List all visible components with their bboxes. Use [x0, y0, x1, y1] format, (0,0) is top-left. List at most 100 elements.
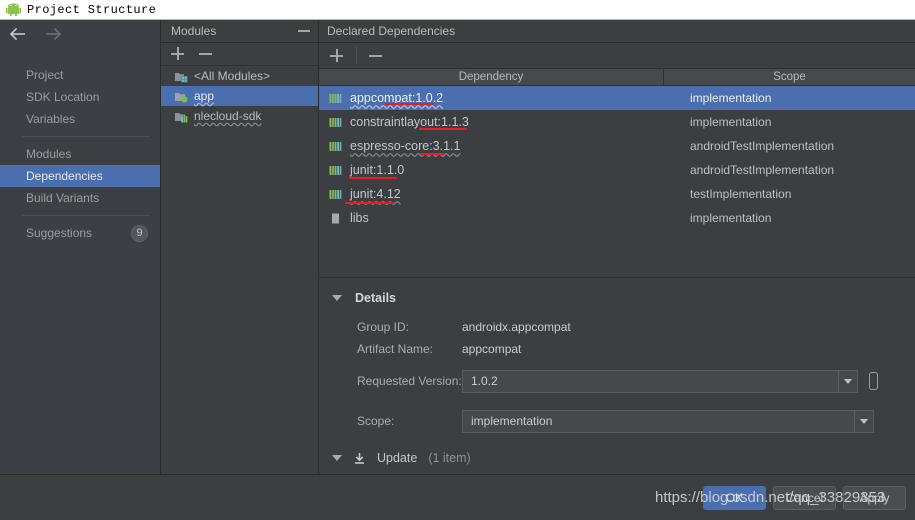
annotation-underline [349, 177, 397, 179]
dependency-name-cell: constraintlayout:1.1.3 [319, 115, 664, 129]
table-row[interactable]: junit:4.12 testImplementation [319, 182, 915, 206]
module-item-label: app [194, 89, 215, 103]
dependency-name-cell: espresso-core:3.1.1 [319, 139, 664, 153]
dependencies-panel-title: Declared Dependencies [319, 20, 915, 43]
add-module-button[interactable] [171, 47, 185, 61]
requested-version-label: Requested Version: [357, 374, 462, 388]
sidebar-item-label: Build Variants [26, 191, 100, 205]
all-modules-icon [175, 70, 188, 83]
chevron-down-icon[interactable] [838, 370, 857, 392]
update-label: Update [377, 451, 418, 465]
module-item-all-modules[interactable]: <All Modules> [161, 66, 318, 86]
dependency-scope: testImplementation [690, 187, 792, 201]
requested-version-value: 1.0.2 [471, 374, 498, 388]
table-row[interactable]: libs implementation [319, 206, 915, 230]
dependency-scope: implementation [690, 91, 772, 105]
sidebar-spacer-top [0, 50, 160, 64]
remove-module-button[interactable] [199, 47, 213, 61]
forward-arrow-icon[interactable] [44, 27, 62, 43]
dependency-scope: implementation [690, 211, 772, 225]
add-dependency-button[interactable] [330, 48, 344, 63]
artifact-name-row: Artifact Name: appcompat [319, 338, 915, 360]
dependency-name: libs [350, 211, 369, 225]
library-bars-icon [329, 188, 342, 201]
dependency-name: junit:1.1.0 [350, 163, 405, 177]
requested-version-row: Requested Version: 1.0.2 [319, 364, 915, 398]
sidebar-item-label: SDK Location [26, 90, 100, 104]
toolbar-divider [356, 47, 357, 64]
modules-panel: Modules <All Modules> app nlecloud-sdk [161, 20, 319, 474]
sidebar-item-label: Dependencies [26, 169, 103, 183]
dependency-name-cell: junit:1.1.0 [319, 163, 664, 177]
sidebar-item-project[interactable]: Project [0, 64, 160, 86]
details-spacer [319, 308, 915, 316]
scope-value: implementation [471, 414, 553, 428]
library-bars-icon [329, 140, 342, 153]
cancel-button[interactable]: Cancel [773, 486, 836, 510]
android-module-icon [175, 90, 188, 103]
dependency-name: espresso-core:3.1.1 [350, 139, 461, 153]
sidebar-item-dependencies[interactable]: Dependencies [0, 165, 160, 187]
ok-button[interactable]: OK [703, 486, 766, 510]
triangle-down-icon [332, 455, 342, 461]
modules-panel-header: Modules [161, 20, 318, 43]
sidebar-divider-1 [22, 136, 150, 137]
dependency-name: junit:4.12 [350, 187, 401, 201]
remove-dependency-button[interactable] [369, 49, 383, 63]
dependency-scope: implementation [690, 115, 772, 129]
annotation-underline [345, 202, 395, 204]
artifact-name-value: appcompat [462, 342, 522, 356]
apply-button[interactable]: Apply [843, 486, 906, 510]
column-header-scope[interactable]: Scope [664, 69, 915, 85]
android-robot-icon [6, 3, 21, 16]
table-row[interactable]: constraintlayout:1.1.3 implementation [319, 110, 915, 134]
annotation-underline [420, 153, 444, 155]
artifact-name-label: Artifact Name: [357, 342, 434, 356]
project-structure-dialog: Project Structure Project SDK Location V… [0, 0, 915, 520]
scope-combo[interactable]: implementation [462, 409, 874, 433]
sidebar-item-variables[interactable]: Variables [0, 108, 160, 130]
dependency-name: constraintlayout:1.1.3 [350, 115, 469, 129]
sidebar-item-build-variants[interactable]: Build Variants [0, 187, 160, 209]
jar-file-icon [329, 212, 342, 225]
sidebar-nav [0, 20, 160, 50]
column-header-dependency[interactable]: Dependency [319, 69, 664, 85]
dependency-scope: androidTestImplementation [690, 139, 835, 153]
collapse-icon[interactable] [298, 26, 310, 36]
sidebar-item-sdk-location[interactable]: SDK Location [0, 86, 160, 108]
module-item-app[interactable]: app [161, 86, 318, 106]
module-item-label: nlecloud-sdk [194, 109, 262, 123]
scope-label: Scope: [357, 414, 395, 428]
suggestions-badge: 9 [131, 224, 148, 242]
library-bars-icon [329, 116, 342, 129]
dialog-button-bar: OK Cancel Apply [0, 474, 915, 520]
sidebar-item-modules[interactable]: Modules [0, 143, 160, 165]
chevron-down-icon[interactable] [854, 410, 873, 432]
sidebar-item-suggestions[interactable]: Suggestions 9 [0, 222, 160, 244]
scope-row: Scope: implementation [319, 404, 915, 438]
requested-version-combo[interactable]: 1.0.2 [462, 369, 858, 393]
sidebar-item-label: Suggestions [26, 226, 93, 240]
table-row[interactable]: espresso-core:3.1.1 androidTestImplement… [319, 134, 915, 158]
module-item-label: <All Modules> [194, 69, 271, 83]
dependency-name: appcompat:1.0.2 [350, 91, 444, 105]
module-item-nlecloud-sdk[interactable]: nlecloud-sdk [161, 106, 318, 126]
back-arrow-icon[interactable] [10, 27, 28, 43]
library-bars-icon [329, 164, 342, 177]
dependency-name-cell: libs [319, 211, 664, 225]
modules-toolbar [161, 43, 318, 66]
group-id-label: Group ID: [357, 320, 410, 334]
modules-panel-title: Modules [171, 24, 217, 38]
insert-variable-icon[interactable] [869, 372, 878, 390]
sidebar-item-label: Modules [26, 147, 72, 161]
table-row[interactable]: junit:1.1.0 androidTestImplementation [319, 158, 915, 182]
details-header[interactable]: Details [319, 288, 915, 308]
library-bars-icon [329, 92, 342, 105]
dependency-name-cell: appcompat:1.0.2 [319, 91, 664, 105]
table-row[interactable]: appcompat:1.0.2 implementation [319, 86, 915, 110]
details-title-label: Details [355, 291, 396, 305]
triangle-down-icon [332, 295, 342, 301]
dependencies-table-header: Dependency Scope [319, 68, 915, 86]
dependency-scope: androidTestImplementation [690, 163, 835, 177]
update-section-header[interactable]: Update (1 item) [319, 451, 471, 465]
